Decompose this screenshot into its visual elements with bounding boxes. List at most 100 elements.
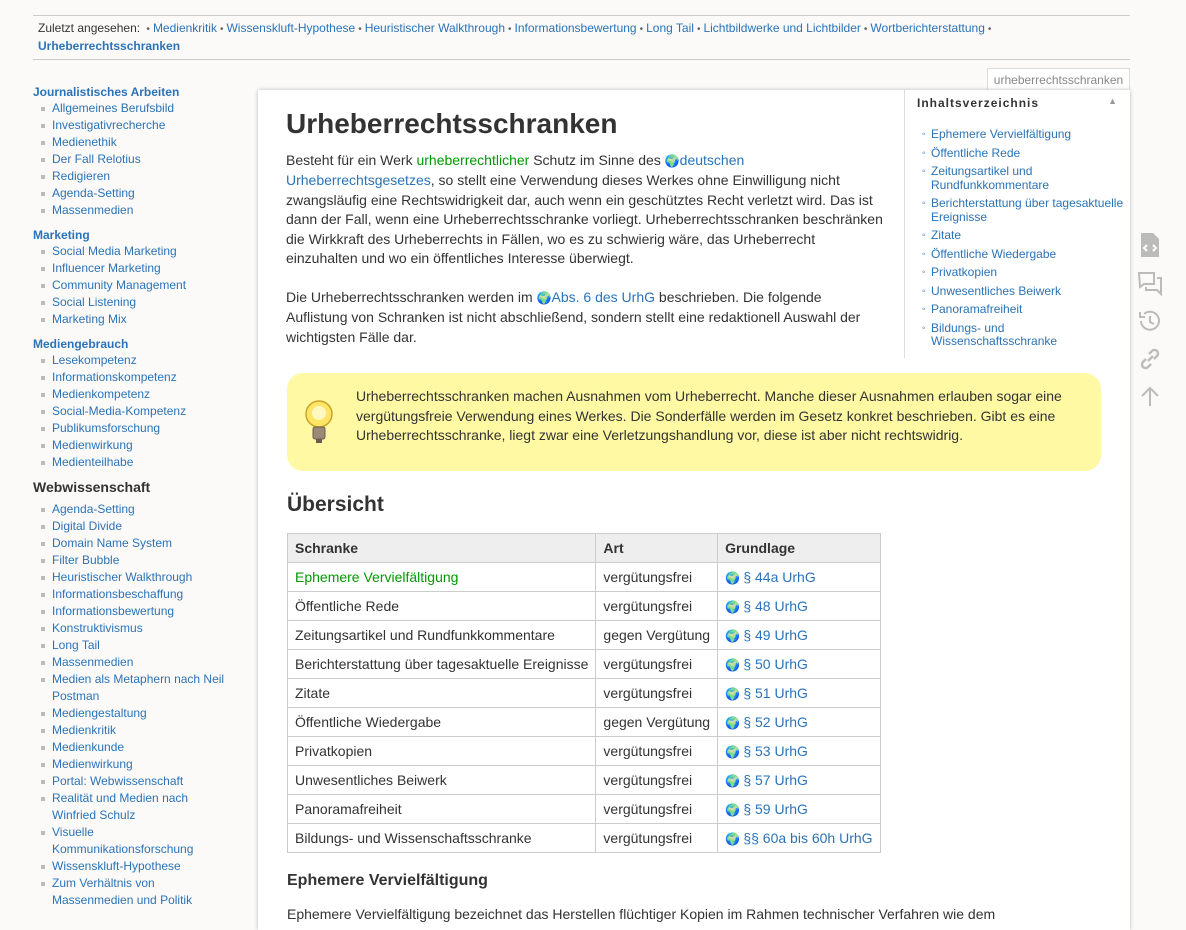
sidebar-link[interactable]: Domain Name System [52,536,172,550]
sidebar-item[interactable]: Medienkunde [33,739,233,756]
sidebar-link[interactable]: Publikumsforschung [52,421,160,435]
toc-collapse-icon[interactable]: ▲ [1108,96,1117,106]
old-revisions-icon[interactable] [1137,308,1163,346]
toc-link[interactable]: Öffentliche Wiedergabe [931,247,1056,261]
toc-title[interactable]: Inhaltsverzeichnis [917,96,1119,110]
sidebar-item[interactable]: Redigieren [33,168,233,185]
sidebar-item[interactable]: Informationsbewertung [33,603,233,620]
sidebar-item[interactable]: Medienwirkung [33,437,233,454]
toc-item[interactable]: Ephemere Vervielfältigung [922,127,1131,142]
sidebar-link[interactable]: Medienkritik [52,723,116,737]
sidebar-link[interactable]: Medien als Metaphern nach Neil Postman [52,672,224,703]
law-link[interactable]: § 48 UrhG [743,598,808,614]
sidebar-link[interactable]: Visuelle Kommunikationsforschung [52,825,193,856]
sidebar-item[interactable]: Realität und Medien nach Winfried Schulz [33,790,233,824]
sidebar-link[interactable]: Konstruktivismus [52,621,143,635]
sidebar-link[interactable]: Mediengestaltung [52,706,147,720]
sidebar-section-title[interactable]: Marketing [33,227,233,243]
toc-item[interactable]: Zeitungsartikel und Rundfunkkommentare [922,164,1131,192]
sidebar-item[interactable]: Medienkompetenz [33,386,233,403]
toc-link[interactable]: Bildungs- und Wissenschaftsschranke [931,321,1057,349]
sidebar-item[interactable]: Informationsbeschaffung [33,586,233,603]
sidebar-item[interactable]: Marketing Mix [33,311,233,328]
sidebar-item[interactable]: Medienkritik [33,722,233,739]
toc-link[interactable]: Zitate [931,228,961,242]
sidebar-link[interactable]: Social Listening [52,295,136,309]
sidebar-link[interactable]: Marketing Mix [52,312,127,326]
sidebar-item[interactable]: Zum Verhältnis von Massenmedien und Poli… [33,875,233,909]
sidebar-link[interactable]: Informationsbewertung [52,604,174,618]
sidebar-item[interactable]: Massenmedien [33,654,233,671]
sidebar-link[interactable]: Portal: Webwissenschaft [52,774,183,788]
sidebar-link[interactable]: Influencer Marketing [52,261,161,275]
sidebar-item[interactable]: Allgemeines Berufsbild [33,100,233,117]
breadcrumb-link[interactable]: Long Tail [646,21,694,35]
sidebar-item[interactable]: Influencer Marketing [33,260,233,277]
sidebar-item[interactable]: Social-Media-Kompetenz [33,403,233,420]
toc-link[interactable]: Ephemere Vervielfältigung [931,127,1071,141]
abs6-link[interactable]: Abs. 6 des UrhG [552,289,656,305]
sidebar-link[interactable]: Digital Divide [52,519,122,533]
sidebar-item[interactable]: Medienteilhabe [33,454,233,471]
toc-link[interactable]: Panoramafreiheit [931,302,1022,316]
sidebar-item[interactable]: Massenmedien [33,202,233,219]
sidebar-link[interactable]: Long Tail [52,638,100,652]
sidebar-link[interactable]: Medienethik [52,135,117,149]
breadcrumb-link[interactable]: Lichtbildwerke und Lichtbilder [703,21,860,35]
sidebar-link[interactable]: Allgemeines Berufsbild [52,101,174,115]
sidebar-item[interactable]: Wissenskluft-Hypothese [33,858,233,875]
sidebar-link[interactable]: Social-Media-Kompetenz [52,404,186,418]
sidebar-link[interactable]: Medienkunde [52,740,124,754]
sidebar-item[interactable]: Investigativrecherche [33,117,233,134]
sidebar-link[interactable]: Zum Verhältnis von Massenmedien und Poli… [52,876,192,907]
toc-link[interactable]: Unwesentliches Beiwerk [931,284,1061,298]
breadcrumb-link[interactable]: Informationsbewertung [515,21,637,35]
sidebar-link[interactable]: Filter Bubble [52,553,119,567]
sidebar-link[interactable]: Massenmedien [52,203,133,217]
sidebar-link[interactable]: Informationskompetenz [52,370,177,384]
law-link[interactable]: §§ 60a bis 60h UrhG [743,830,872,846]
sidebar-link[interactable]: Medienteilhabe [52,455,133,469]
sidebar-link[interactable]: Heuristischer Walkthrough [52,570,192,584]
sidebar-link[interactable]: Medienwirkung [52,757,133,771]
sidebar-item[interactable]: Digital Divide [33,518,233,535]
toc-item[interactable]: Bildungs- und Wissenschaftsschranke [922,321,1131,349]
sidebar-link[interactable]: Medienwirkung [52,438,133,452]
sidebar-item[interactable]: Domain Name System [33,535,233,552]
backlinks-icon[interactable] [1137,346,1163,384]
breadcrumb-link[interactable]: Wortberichterstattung [870,21,985,35]
sidebar-link[interactable]: Realität und Medien nach Winfried Schulz [52,791,188,822]
sidebar-item[interactable]: Medienethik [33,134,233,151]
sidebar-item[interactable]: Konstruktivismus [33,620,233,637]
sidebar-item[interactable]: Social Media Marketing [33,243,233,260]
sidebar-item[interactable]: Publikumsforschung [33,420,233,437]
breadcrumb-current[interactable]: Urheberrechtsschranken [38,39,180,53]
law-link[interactable]: § 53 UrhG [743,743,808,759]
toc-item[interactable]: Zitate [922,228,1131,243]
law-link[interactable]: § 44a UrhG [743,569,815,585]
sidebar-item[interactable]: Social Listening [33,294,233,311]
breadcrumb-link[interactable]: Wissenskluft-Hypothese [226,21,355,35]
toc-link[interactable]: Berichterstattung über tagesaktuelle Ere… [931,196,1123,224]
toc-item[interactable]: Panoramafreiheit [922,302,1131,317]
sidebar-item[interactable]: Long Tail [33,637,233,654]
breadcrumb-link[interactable]: Heuristischer Walkthrough [365,21,505,35]
toc-item[interactable]: Öffentliche Wiedergabe [922,247,1131,262]
law-link[interactable]: § 49 UrhG [743,627,808,643]
toc-link[interactable]: Privatkopien [931,265,997,279]
toc-item[interactable]: Berichterstattung über tagesaktuelle Ere… [922,196,1131,224]
sidebar-item[interactable]: Portal: Webwissenschaft [33,773,233,790]
law-link[interactable]: § 59 UrhG [743,801,808,817]
sidebar-link[interactable]: Lesekompetenz [52,353,137,367]
sidebar-link[interactable]: Medienkompetenz [52,387,150,401]
toc-link[interactable]: Öffentliche Rede [931,146,1020,160]
sidebar-item[interactable]: Mediengestaltung [33,705,233,722]
sidebar-link[interactable]: Agenda-Setting [52,186,135,200]
sidebar-item[interactable]: Medien als Metaphern nach Neil Postman [33,671,233,705]
sidebar-item[interactable]: Informationskompetenz [33,369,233,386]
urheberrecht-link[interactable]: urheberrechtlicher [416,152,529,168]
sidebar-link[interactable]: Informationsbeschaffung [52,587,183,601]
toc-item[interactable]: Privatkopien [922,265,1131,280]
sidebar-link[interactable]: Redigieren [52,169,110,183]
law-link[interactable]: § 51 UrhG [743,685,808,701]
